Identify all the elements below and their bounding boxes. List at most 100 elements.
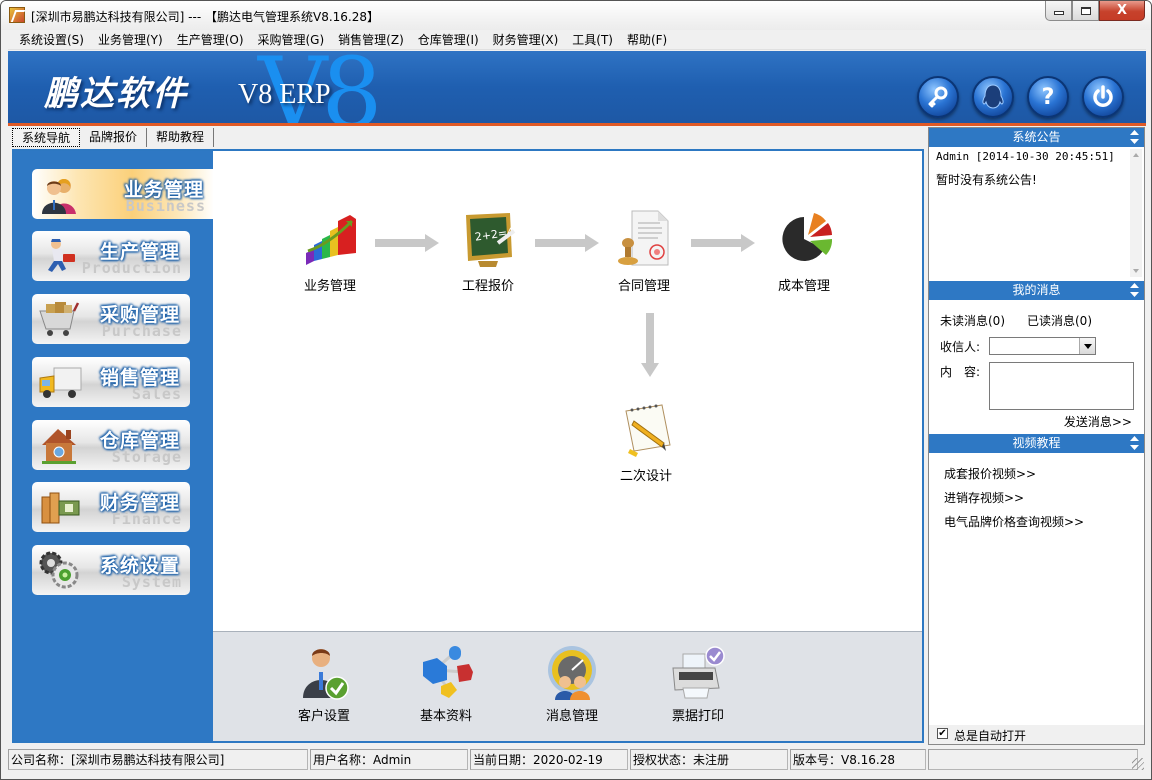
module-sidebar: 业务管理 Business 生产管理 Production 采购管理 Purch… <box>14 151 214 741</box>
window-controls: X <box>1045 1 1145 21</box>
flow-cost-label: 成本管理 <box>777 279 830 294</box>
flow-arrow-down <box>641 313 659 377</box>
app-window: [深圳市易鹏达科技有限公司] --- 【鹏达电气管理系统V8.16.28】 X … <box>0 0 1152 780</box>
messages-content: 未读消息(0) 已读消息(0) 收信人: 内 容: 发送消息>> <box>929 300 1144 434</box>
maximize-icon <box>1080 6 1091 15</box>
messages-header[interactable]: 我的消息 <box>929 281 1144 300</box>
nav-finance[interactable]: 财务管理 Finance <box>32 482 190 532</box>
tab-system-navigation[interactable]: 系统导航 <box>12 128 81 147</box>
window-title: [深圳市易鹏达科技有限公司] --- 【鹏达电气管理系统V8.16.28】 <box>31 10 379 24</box>
flow-arrow <box>535 234 599 252</box>
menu-purchase[interactable]: 采购管理(G) <box>251 31 332 48</box>
house-icon <box>42 429 76 464</box>
tool-invoice-print[interactable]: 票据打印 <box>653 644 743 724</box>
status-version: 版本号：V8.16.28 <box>790 749 926 770</box>
right-sidebar: 系统公告 Admin [2014-10-30 20:45:51] 暂时没有系统公… <box>928 127 1145 745</box>
close-icon: X <box>1116 3 1128 18</box>
menu-production[interactable]: 生产管理(O) <box>170 31 251 48</box>
tool-customer-settings[interactable]: 客户设置 <box>279 644 369 724</box>
flow-business-label: 业务管理 <box>303 279 356 294</box>
notice-scrollbar[interactable] <box>1130 149 1142 277</box>
business-people-icon <box>42 179 76 214</box>
flow-redesign[interactable]: 二次设计 <box>601 399 691 484</box>
notice-header[interactable]: 系统公告 <box>929 128 1144 147</box>
status-license: 授权状态：未注册 <box>630 749 788 770</box>
collapse-expand-icon <box>1130 436 1139 450</box>
auto-open-label[interactable]: 总是自动打开 <box>954 727 1026 744</box>
collapse-expand-icon <box>1130 283 1139 297</box>
nav-business-sub: Business <box>125 197 206 215</box>
nav-production-sub: Production <box>81 259 182 277</box>
flow-quote[interactable]: 2+2=4 工程报价 <box>443 209 533 294</box>
notice-meta: Admin [2014-10-30 20:45:51] <box>936 150 1115 163</box>
status-extra <box>928 749 1138 770</box>
nav-purchase-sub: Purchase <box>101 322 182 340</box>
key-button[interactable] <box>917 76 959 118</box>
notice-text: 暂时没有系统公告! <box>936 173 1037 187</box>
key-icon <box>928 86 948 108</box>
menu-warehouse[interactable]: 仓库管理(I) <box>411 31 486 48</box>
video-link[interactable]: 进销存视频>> <box>944 489 1024 506</box>
message-content-input[interactable] <box>989 362 1134 410</box>
flow-cost[interactable]: 成本管理 <box>759 209 849 294</box>
read-messages-link[interactable]: 已读消息(0) <box>1027 314 1092 328</box>
qq-button[interactable] <box>972 76 1014 118</box>
banner-toolbar: ? <box>917 76 1124 118</box>
unread-messages-link[interactable]: 未读消息(0) <box>940 314 1005 328</box>
flow-arrow <box>375 234 439 252</box>
resize-grip-icon[interactable] <box>1132 758 1144 770</box>
close-button[interactable]: X <box>1099 1 1145 21</box>
nav-production[interactable]: 生产管理 Production <box>32 231 190 281</box>
videos-title: 视频教程 <box>1012 436 1061 450</box>
status-user: 用户名称：Admin <box>310 749 468 770</box>
message-counts: 未读消息(0) 已读消息(0) <box>940 312 1092 329</box>
nav-storage[interactable]: 仓库管理 Storage <box>32 420 190 470</box>
menu-finance[interactable]: 财务管理(X) <box>486 31 566 48</box>
tab-help-tutorial[interactable]: 帮助教程 <box>147 128 215 147</box>
menu-tools[interactable]: 工具(T) <box>565 31 620 48</box>
nav-storage-sub: Storage <box>111 448 182 466</box>
nav-purchase[interactable]: 采购管理 Purchase <box>32 294 190 344</box>
video-link[interactable]: 成套报价视频>> <box>944 465 1036 482</box>
gears-icon <box>39 551 79 589</box>
notice-title: 系统公告 <box>1012 130 1061 144</box>
money-stack-icon <box>41 492 80 524</box>
minimize-button[interactable] <box>1045 1 1072 21</box>
scroll-up-icon[interactable] <box>1133 153 1139 157</box>
help-icon: ? <box>1041 84 1055 110</box>
title-bar: [深圳市易鹏达科技有限公司] --- 【鹏达电气管理系统V8.16.28】 X <box>1 1 1151 30</box>
quick-tools: 客户设置 基本资料 消息管理 票据打印 <box>213 631 922 741</box>
printer-check-icon <box>672 646 725 699</box>
tab-brand-quote[interactable]: 品牌报价 <box>80 128 148 147</box>
nav-business[interactable]: 业务管理 Business <box>32 169 214 219</box>
customer-check-icon <box>303 649 349 700</box>
power-button[interactable] <box>1082 76 1124 118</box>
videos-header[interactable]: 视频教程 <box>929 434 1144 453</box>
flow-business[interactable]: 业务管理 <box>285 209 375 294</box>
tool-message-management[interactable]: 消息管理 <box>527 644 617 724</box>
send-message-link[interactable]: 发送消息>> <box>1064 413 1132 430</box>
nav-system[interactable]: 系统设置 System <box>32 545 190 595</box>
chevron-down-icon[interactable] <box>1079 338 1095 354</box>
recipient-select[interactable] <box>989 337 1096 355</box>
menu-business[interactable]: 业务管理(Y) <box>91 31 170 48</box>
video-link[interactable]: 电气品牌价格查询视频>> <box>944 513 1084 530</box>
product-name: V8 ERP <box>238 79 331 110</box>
brand-logo: 鹏达软件 <box>44 74 188 114</box>
pie-chart-icon <box>782 213 833 261</box>
status-date: 当前日期：2020-02-19 <box>470 749 628 770</box>
bar-chart-growth-icon <box>306 215 356 265</box>
auto-open-checkbox[interactable]: ✔ <box>937 728 948 739</box>
tool-basic-data[interactable]: 基本资料 <box>401 644 491 724</box>
menu-help[interactable]: 帮助(F) <box>620 31 674 48</box>
help-button[interactable]: ? <box>1027 76 1069 118</box>
flow-redesign-label: 二次设计 <box>619 469 672 484</box>
flow-contract[interactable]: 合同管理 <box>599 209 689 294</box>
menu-sales[interactable]: 销售管理(Z) <box>331 31 411 48</box>
scroll-down-icon[interactable] <box>1133 269 1139 273</box>
maximize-button[interactable] <box>1072 1 1099 21</box>
app-logo-icon <box>9 7 25 23</box>
nav-sales[interactable]: 销售管理 Sales <box>32 357 190 407</box>
menu-system-settings[interactable]: 系统设置(S) <box>12 31 91 48</box>
auto-open-option: ✔ 总是自动打开 <box>929 725 1144 744</box>
